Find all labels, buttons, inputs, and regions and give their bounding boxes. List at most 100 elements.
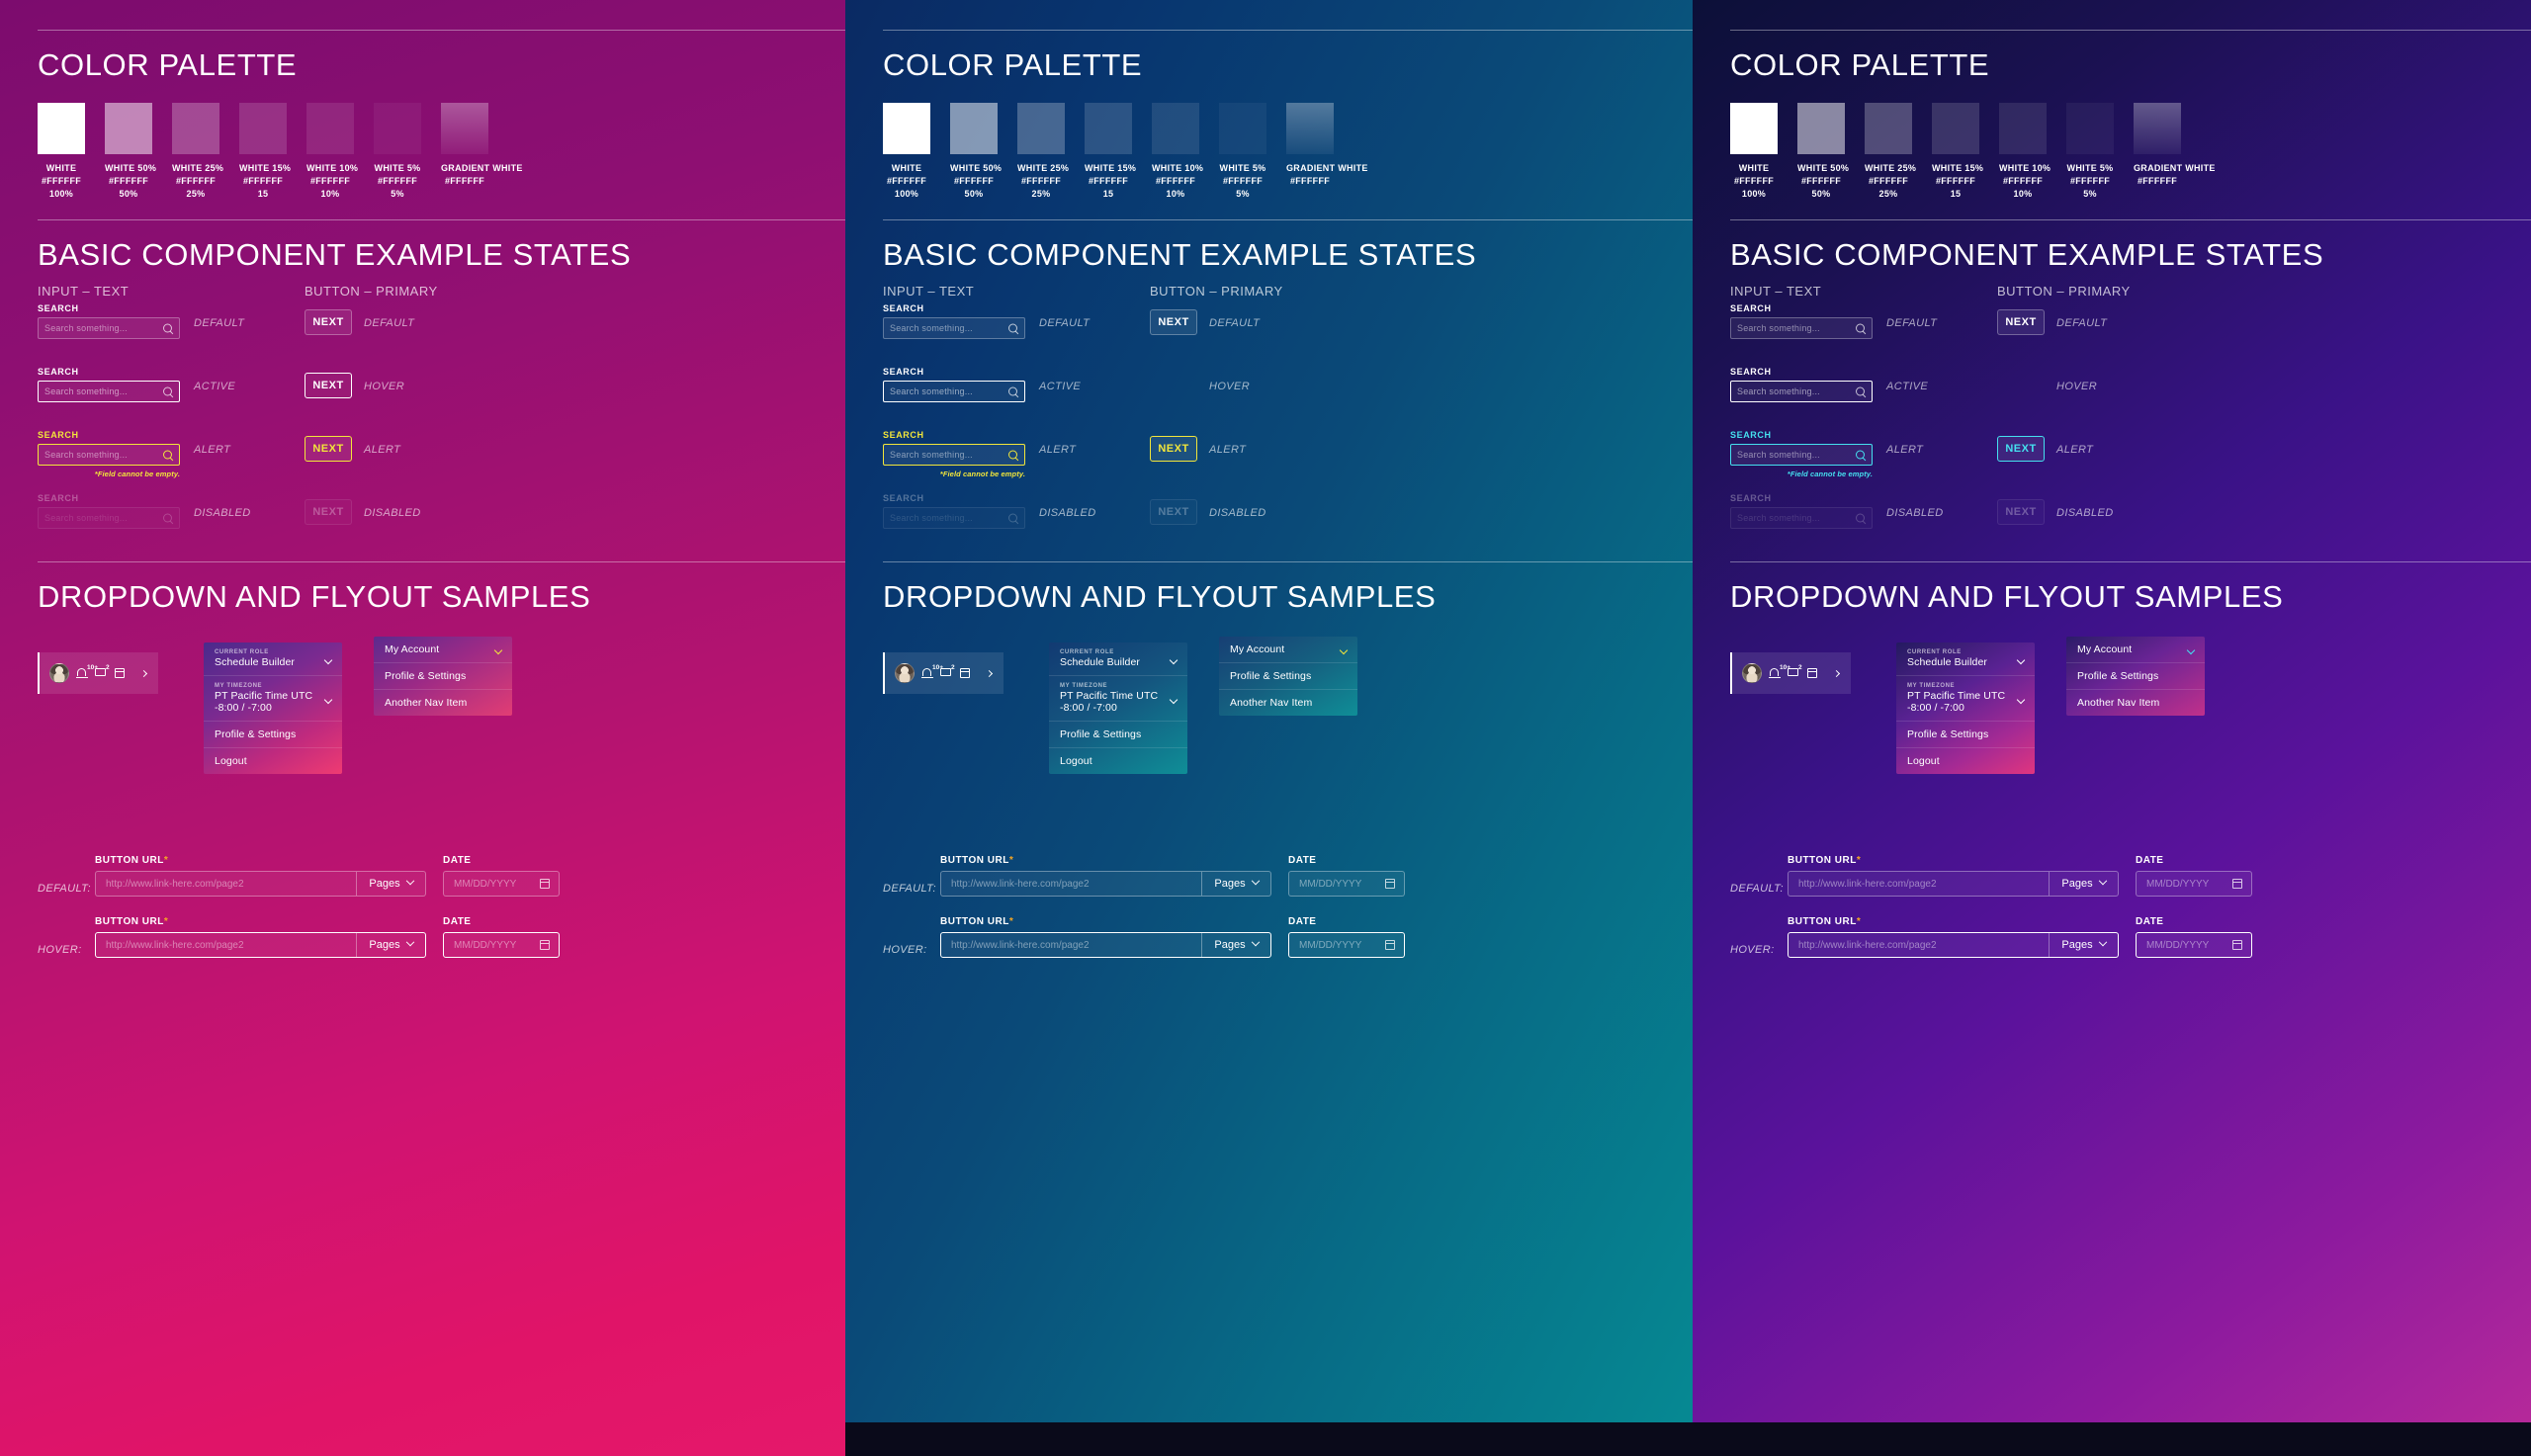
button-url-input[interactable]: http://www.link-here.com/page2 Pages <box>95 871 426 897</box>
next-button[interactable]: NEXT <box>1150 499 1197 525</box>
search-icon[interactable] <box>1856 513 1865 523</box>
calendar-icon[interactable] <box>1385 879 1395 889</box>
flyout-menu-item[interactable]: Profile & Settings <box>2066 663 2205 690</box>
button-url-input[interactable]: http://www.link-here.com/page2 Pages <box>940 871 1271 897</box>
search-input[interactable]: Search something... <box>1730 444 1873 466</box>
flyout-menu-item[interactable]: Profile & Settings <box>1049 722 1187 748</box>
date-input[interactable]: MM/DD/YYYY <box>2136 871 2252 897</box>
avatar[interactable] <box>1742 663 1762 683</box>
pages-select[interactable]: Pages <box>2049 933 2118 957</box>
next-button[interactable]: NEXT <box>305 499 352 525</box>
chevron-right-icon[interactable] <box>1832 669 1841 677</box>
pages-select[interactable]: Pages <box>356 933 425 957</box>
timezone-item[interactable]: MY TIMEZONE PT Pacific Time UTC -8:00 / -… <box>204 676 342 722</box>
next-button[interactable]: NEXT <box>305 309 352 335</box>
button-url-input[interactable]: http://www.link-here.com/page2 Pages <box>95 932 426 958</box>
search-icon[interactable] <box>1856 323 1865 333</box>
search-input[interactable]: Search something... <box>883 317 1025 339</box>
search-input[interactable]: Search something... <box>1730 381 1873 402</box>
calendar-icon[interactable] <box>2232 879 2242 889</box>
date-input[interactable]: MM/DD/YYYY <box>443 932 560 958</box>
chevron-down-icon[interactable] <box>405 876 414 886</box>
next-button[interactable]: NEXT <box>1997 499 2045 525</box>
my-account-item[interactable]: My Account <box>2066 637 2205 663</box>
calendar-icon[interactable] <box>959 667 971 679</box>
search-input[interactable]: Search something... <box>1730 317 1873 339</box>
next-button[interactable]: NEXT <box>1150 436 1197 462</box>
user-toolbar[interactable]: 10+ 2 <box>1730 652 1851 694</box>
search-icon[interactable] <box>163 323 172 333</box>
bell-icon[interactable]: 10+ <box>76 664 98 679</box>
button-url-input[interactable]: http://www.link-here.com/page2 Pages <box>940 932 1271 958</box>
flyout-menu-item[interactable]: Another Nav Item <box>374 690 512 716</box>
search-icon[interactable] <box>1008 513 1017 523</box>
date-input[interactable]: MM/DD/YYYY <box>1288 871 1405 897</box>
bell-icon[interactable]: 10+ <box>921 664 943 679</box>
chevron-right-icon[interactable] <box>139 669 148 677</box>
chevron-down-icon[interactable] <box>2098 937 2107 947</box>
flyout-menu-item[interactable]: Logout <box>204 748 342 774</box>
date-input[interactable]: MM/DD/YYYY <box>1288 932 1405 958</box>
chat-icon[interactable]: 2 <box>95 664 110 679</box>
user-toolbar[interactable]: 10+ 2 <box>883 652 1004 694</box>
calendar-icon[interactable] <box>540 940 550 950</box>
search-icon[interactable] <box>163 513 172 523</box>
next-button[interactable]: NEXT <box>305 436 352 462</box>
chat-icon[interactable]: 2 <box>940 664 955 679</box>
chevron-down-icon[interactable] <box>405 937 414 947</box>
button-url-input[interactable]: http://www.link-here.com/page2 Pages <box>1788 932 2119 958</box>
timezone-item[interactable]: MY TIMEZONE PT Pacific Time UTC -8:00 / -… <box>1896 676 2035 722</box>
current-role-item[interactable]: CURRENT ROLE Schedule Builder <box>1049 642 1187 676</box>
search-icon[interactable] <box>163 386 172 396</box>
flyout-menu-item[interactable]: Profile & Settings <box>374 663 512 690</box>
calendar-icon[interactable] <box>1806 667 1818 679</box>
search-icon[interactable] <box>1008 450 1017 460</box>
chevron-down-icon[interactable] <box>1251 876 1260 886</box>
flyout-menu-item[interactable]: Profile & Settings <box>204 722 342 748</box>
search-icon[interactable] <box>1856 450 1865 460</box>
my-account-item[interactable]: My Account <box>1219 637 1357 663</box>
search-icon[interactable] <box>1856 386 1865 396</box>
flyout-menu-item[interactable]: Profile & Settings <box>1219 663 1357 690</box>
search-input[interactable]: Search something... <box>883 444 1025 466</box>
flyout-menu-item[interactable]: Logout <box>1896 748 2035 774</box>
chat-icon[interactable]: 2 <box>1788 664 1802 679</box>
chevron-right-icon[interactable] <box>985 669 994 677</box>
calendar-icon[interactable] <box>2232 940 2242 950</box>
flyout-menu-item[interactable]: Another Nav Item <box>2066 690 2205 716</box>
search-input[interactable]: Search something... <box>883 507 1025 529</box>
search-icon[interactable] <box>163 450 172 460</box>
my-account-item[interactable]: My Account <box>374 637 512 663</box>
flyout-menu-item[interactable]: Logout <box>1049 748 1187 774</box>
pages-select[interactable]: Pages <box>2049 872 2118 896</box>
date-input[interactable]: MM/DD/YYYY <box>2136 932 2252 958</box>
calendar-icon[interactable] <box>114 667 126 679</box>
user-toolbar[interactable]: 10+ 2 <box>38 652 158 694</box>
next-button[interactable]: NEXT <box>1997 436 2045 462</box>
current-role-item[interactable]: CURRENT ROLE Schedule Builder <box>1896 642 2035 676</box>
next-button[interactable]: NEXT <box>1150 309 1197 335</box>
search-input[interactable]: Search something... <box>38 507 180 529</box>
chevron-down-icon[interactable] <box>1251 937 1260 947</box>
pages-select[interactable]: Pages <box>1201 933 1270 957</box>
flyout-menu-item[interactable]: Profile & Settings <box>1896 722 2035 748</box>
pages-select[interactable]: Pages <box>1201 872 1270 896</box>
search-input[interactable]: Search something... <box>1730 507 1873 529</box>
next-button[interactable]: NEXT <box>305 373 352 398</box>
calendar-icon[interactable] <box>540 879 550 889</box>
date-input[interactable]: MM/DD/YYYY <box>443 871 560 897</box>
chevron-down-icon[interactable] <box>2098 876 2107 886</box>
avatar[interactable] <box>49 663 69 683</box>
search-icon[interactable] <box>1008 386 1017 396</box>
current-role-item[interactable]: CURRENT ROLE Schedule Builder <box>204 642 342 676</box>
timezone-item[interactable]: MY TIMEZONE PT Pacific Time UTC -8:00 / -… <box>1049 676 1187 722</box>
next-button[interactable]: NEXT <box>1997 309 2045 335</box>
search-input[interactable]: Search something... <box>883 381 1025 402</box>
search-input[interactable]: Search something... <box>38 317 180 339</box>
calendar-icon[interactable] <box>1385 940 1395 950</box>
search-input[interactable]: Search something... <box>38 381 180 402</box>
pages-select[interactable]: Pages <box>356 872 425 896</box>
search-input[interactable]: Search something... <box>38 444 180 466</box>
flyout-menu-item[interactable]: Another Nav Item <box>1219 690 1357 716</box>
avatar[interactable] <box>895 663 915 683</box>
